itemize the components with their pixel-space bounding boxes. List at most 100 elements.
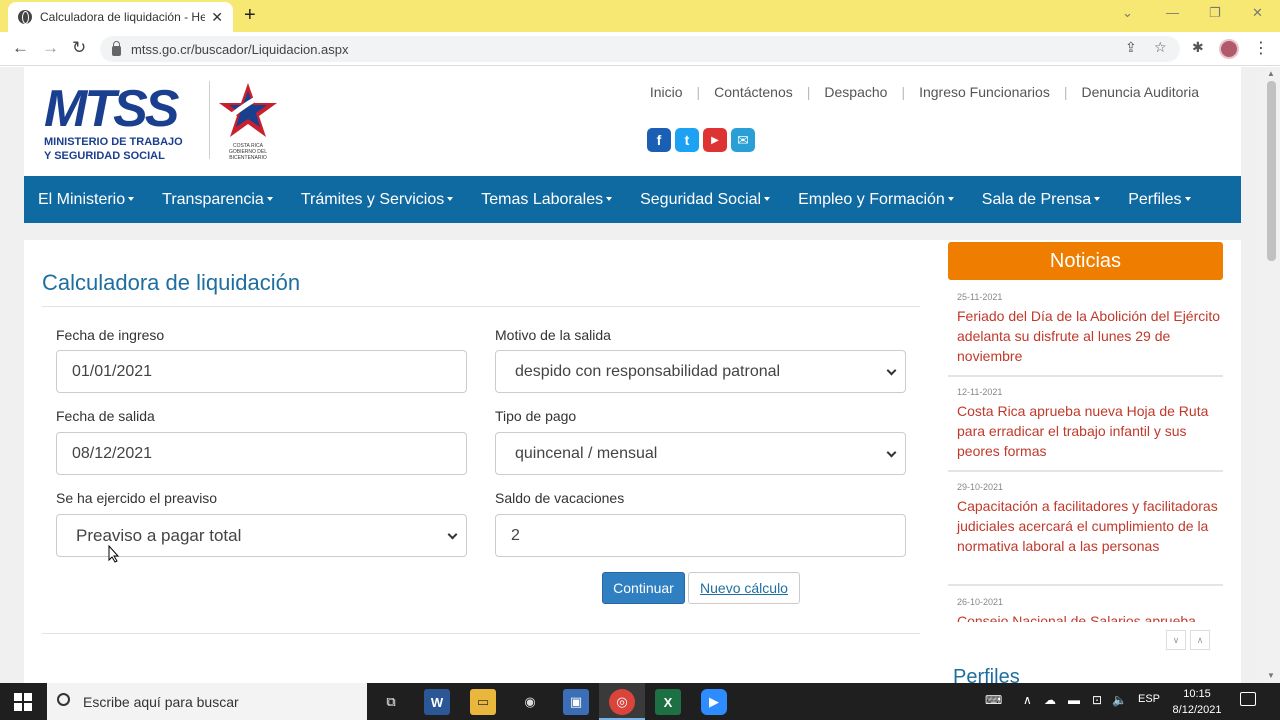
cloud-icon[interactable]: ☁ [1044, 693, 1056, 707]
tipo-pago-value: quincenal / mensual [515, 444, 658, 462]
browser-menu-icon[interactable]: ⋮ [1253, 38, 1269, 58]
facebook-icon[interactable]: f [647, 128, 671, 152]
scrollbar-thumb[interactable] [1267, 81, 1276, 261]
nuevo-calculo-button[interactable]: Nuevo cálculo [688, 572, 800, 604]
costa-rica-logo: COSTA RICA GOBIERNO DEL BICENTENARIO [215, 81, 281, 161]
email-icon[interactable]: ✉ [731, 128, 755, 152]
motivo-salida-select[interactable]: despido con responsabilidad patronal [495, 350, 906, 393]
keyboard-icon[interactable]: ⌨ [985, 693, 1002, 707]
caret-down-icon [947, 197, 954, 202]
chevron-down-icon [447, 529, 458, 540]
mtss-logo-text: MTSS [44, 80, 179, 138]
nav-transparencia[interactable]: Transparencia [162, 191, 273, 209]
remote-desktop-icon[interactable]: ▣ [563, 689, 589, 715]
tipo-pago-label: Tipo de pago [495, 408, 577, 424]
mouse-cursor-icon [108, 545, 120, 563]
top-link-contactenos[interactable]: Contáctenos [700, 84, 807, 100]
chevron-down-icon [886, 447, 897, 458]
mtss-logo[interactable]: MTSS MINISTERIO DE TRABAJO Y SEGURIDAD S… [44, 83, 189, 163]
top-link-ingreso-funcionarios[interactable]: Ingreso Funcionarios [905, 84, 1064, 100]
top-link-despacho[interactable]: Despacho [810, 84, 901, 100]
task-view-icon[interactable]: ⧉ [378, 689, 404, 715]
news-date: 12-11-2021 [957, 387, 1003, 397]
fecha-salida-input[interactable]: 08/12/2021 [56, 432, 467, 475]
new-tab-button[interactable]: + [244, 4, 256, 27]
page-scrollbar[interactable]: ▲ ▼ [1263, 67, 1280, 683]
bookmark-star-icon[interactable]: ☆ [1154, 39, 1167, 56]
news-title[interactable]: Feriado del Día de la Abolición del Ejér… [957, 306, 1223, 366]
news-item[interactable]: 29-10-2021 Capacitación a facilitadores … [948, 482, 1223, 586]
maximize-button[interactable]: ❐ [1209, 5, 1221, 21]
caret-down-icon [447, 197, 454, 202]
news-header: Noticias [948, 242, 1223, 280]
taskbar: Escribe aquí para buscar ⧉ W ▭ ◉ ▣ ◎ X ▶… [0, 683, 1280, 720]
tipo-pago-select[interactable]: quincenal / mensual [495, 432, 906, 475]
minimize-button[interactable]: — [1166, 5, 1179, 20]
nav-sala-prensa[interactable]: Sala de Prensa [982, 191, 1101, 209]
tab-search-icon[interactable]: ⌄ [1122, 5, 1133, 21]
excel-icon[interactable]: X [655, 689, 681, 715]
taskbar-search[interactable]: Escribe aquí para buscar [47, 683, 367, 720]
extensions-icon[interactable]: ✱ [1192, 39, 1204, 56]
reload-icon[interactable]: ↻ [72, 38, 86, 58]
cr-logo-line-2: GOBIERNO DEL BICENTENARIO [228, 149, 268, 161]
preaviso-value: Preaviso a pagar total [76, 525, 242, 545]
tab-close-button[interactable]: ✕ [211, 9, 223, 26]
news-sidebar: Noticias 25-11-2021 Feriado del Día de l… [940, 240, 1241, 683]
top-link-denuncia-auditoria[interactable]: Denuncia Auditoria [1067, 84, 1199, 100]
fecha-ingreso-label: Fecha de ingreso [56, 327, 165, 343]
volume-icon[interactable]: 🔈 [1112, 693, 1127, 707]
youtube-icon[interactable]: ▶ [703, 128, 727, 152]
page-title: Calculadora de liquidación [42, 270, 301, 295]
top-link-inicio[interactable]: Inicio [636, 84, 697, 100]
scroll-down-arrow-icon[interactable]: ▼ [1267, 671, 1275, 680]
news-title[interactable]: Consejo Nacional de Salarios aprueba [957, 611, 1223, 622]
back-icon[interactable]: ← [12, 38, 29, 58]
nav-el-ministerio[interactable]: El Ministerio [38, 191, 135, 209]
taskbar-clock[interactable]: 10:15 8/12/2021 [1168, 686, 1226, 718]
nav-empleo-formacion[interactable]: Empleo y Formación [798, 191, 954, 209]
saldo-vacaciones-input[interactable]: 2 [495, 514, 906, 557]
app-icon[interactable]: ◉ [517, 689, 543, 715]
windows-start-icon[interactable] [14, 693, 32, 711]
nav-temas-laborales[interactable]: Temas Laborales [481, 191, 613, 209]
lock-icon[interactable] [112, 41, 121, 56]
twitter-icon[interactable]: t [675, 128, 699, 152]
news-date: 26-10-2021 [957, 597, 1004, 607]
forward-icon[interactable]: → [42, 38, 59, 58]
tab-title: Calculadora de liquidación - Herr [40, 10, 206, 24]
notification-icon[interactable] [1240, 692, 1256, 706]
close-window-button[interactable]: ✕ [1252, 5, 1263, 21]
share-icon[interactable]: ⇪ [1125, 39, 1137, 56]
news-title[interactable]: Capacitación a facilitadores y facilitad… [957, 496, 1223, 556]
main-nav: El Ministerio Transparencia Trámites y S… [24, 176, 1241, 223]
nav-seguridad-social[interactable]: Seguridad Social [640, 191, 771, 209]
nav-perfiles[interactable]: Perfiles [1128, 191, 1191, 209]
file-explorer-icon[interactable]: ▭ [470, 689, 496, 715]
social-links: f t ▶ ✉ [647, 128, 755, 152]
news-item[interactable]: 26-10-2021 Consejo Nacional de Salarios … [948, 597, 1223, 622]
word-icon[interactable]: W [424, 689, 450, 715]
profile-avatar[interactable] [1219, 39, 1239, 59]
language-indicator[interactable]: ESP [1138, 693, 1160, 705]
address-bar[interactable]: mtss.go.cr/buscador/Liquidacion.aspx [100, 36, 1180, 62]
fecha-ingreso-input[interactable]: 01/01/2021 [56, 350, 467, 393]
scroll-up-button[interactable]: ∧ [1190, 630, 1210, 650]
scroll-up-arrow-icon[interactable]: ▲ [1267, 69, 1275, 78]
news-title[interactable]: Costa Rica aprueba nueva Hoja de Ruta pa… [957, 401, 1223, 461]
zoom-icon[interactable]: ▶ [701, 689, 727, 715]
nav-tramites-servicios[interactable]: Trámites y Servicios [301, 191, 454, 209]
news-item[interactable]: 12-11-2021 Costa Rica aprueba nueva Hoja… [948, 387, 1223, 472]
browser-tab[interactable]: Calculadora de liquidación - Herr ✕ [8, 2, 233, 32]
news-scroll-controls: ∨ ∧ [1166, 630, 1210, 650]
search-icon [57, 693, 70, 706]
news-list[interactable]: 25-11-2021 Feriado del Día de la Abolici… [948, 292, 1223, 622]
motivo-salida-value: despido con responsabilidad patronal [515, 362, 781, 380]
battery-icon[interactable]: ▬ [1068, 693, 1080, 707]
network-icon[interactable]: ⊡ [1092, 693, 1102, 707]
chrome-icon[interactable]: ◎ [609, 689, 635, 715]
continuar-button[interactable]: Continuar [602, 572, 685, 604]
chevron-up-icon[interactable]: ∧ [1023, 693, 1032, 707]
scroll-down-button[interactable]: ∨ [1166, 630, 1186, 650]
news-item[interactable]: 25-11-2021 Feriado del Día de la Abolici… [948, 292, 1223, 377]
